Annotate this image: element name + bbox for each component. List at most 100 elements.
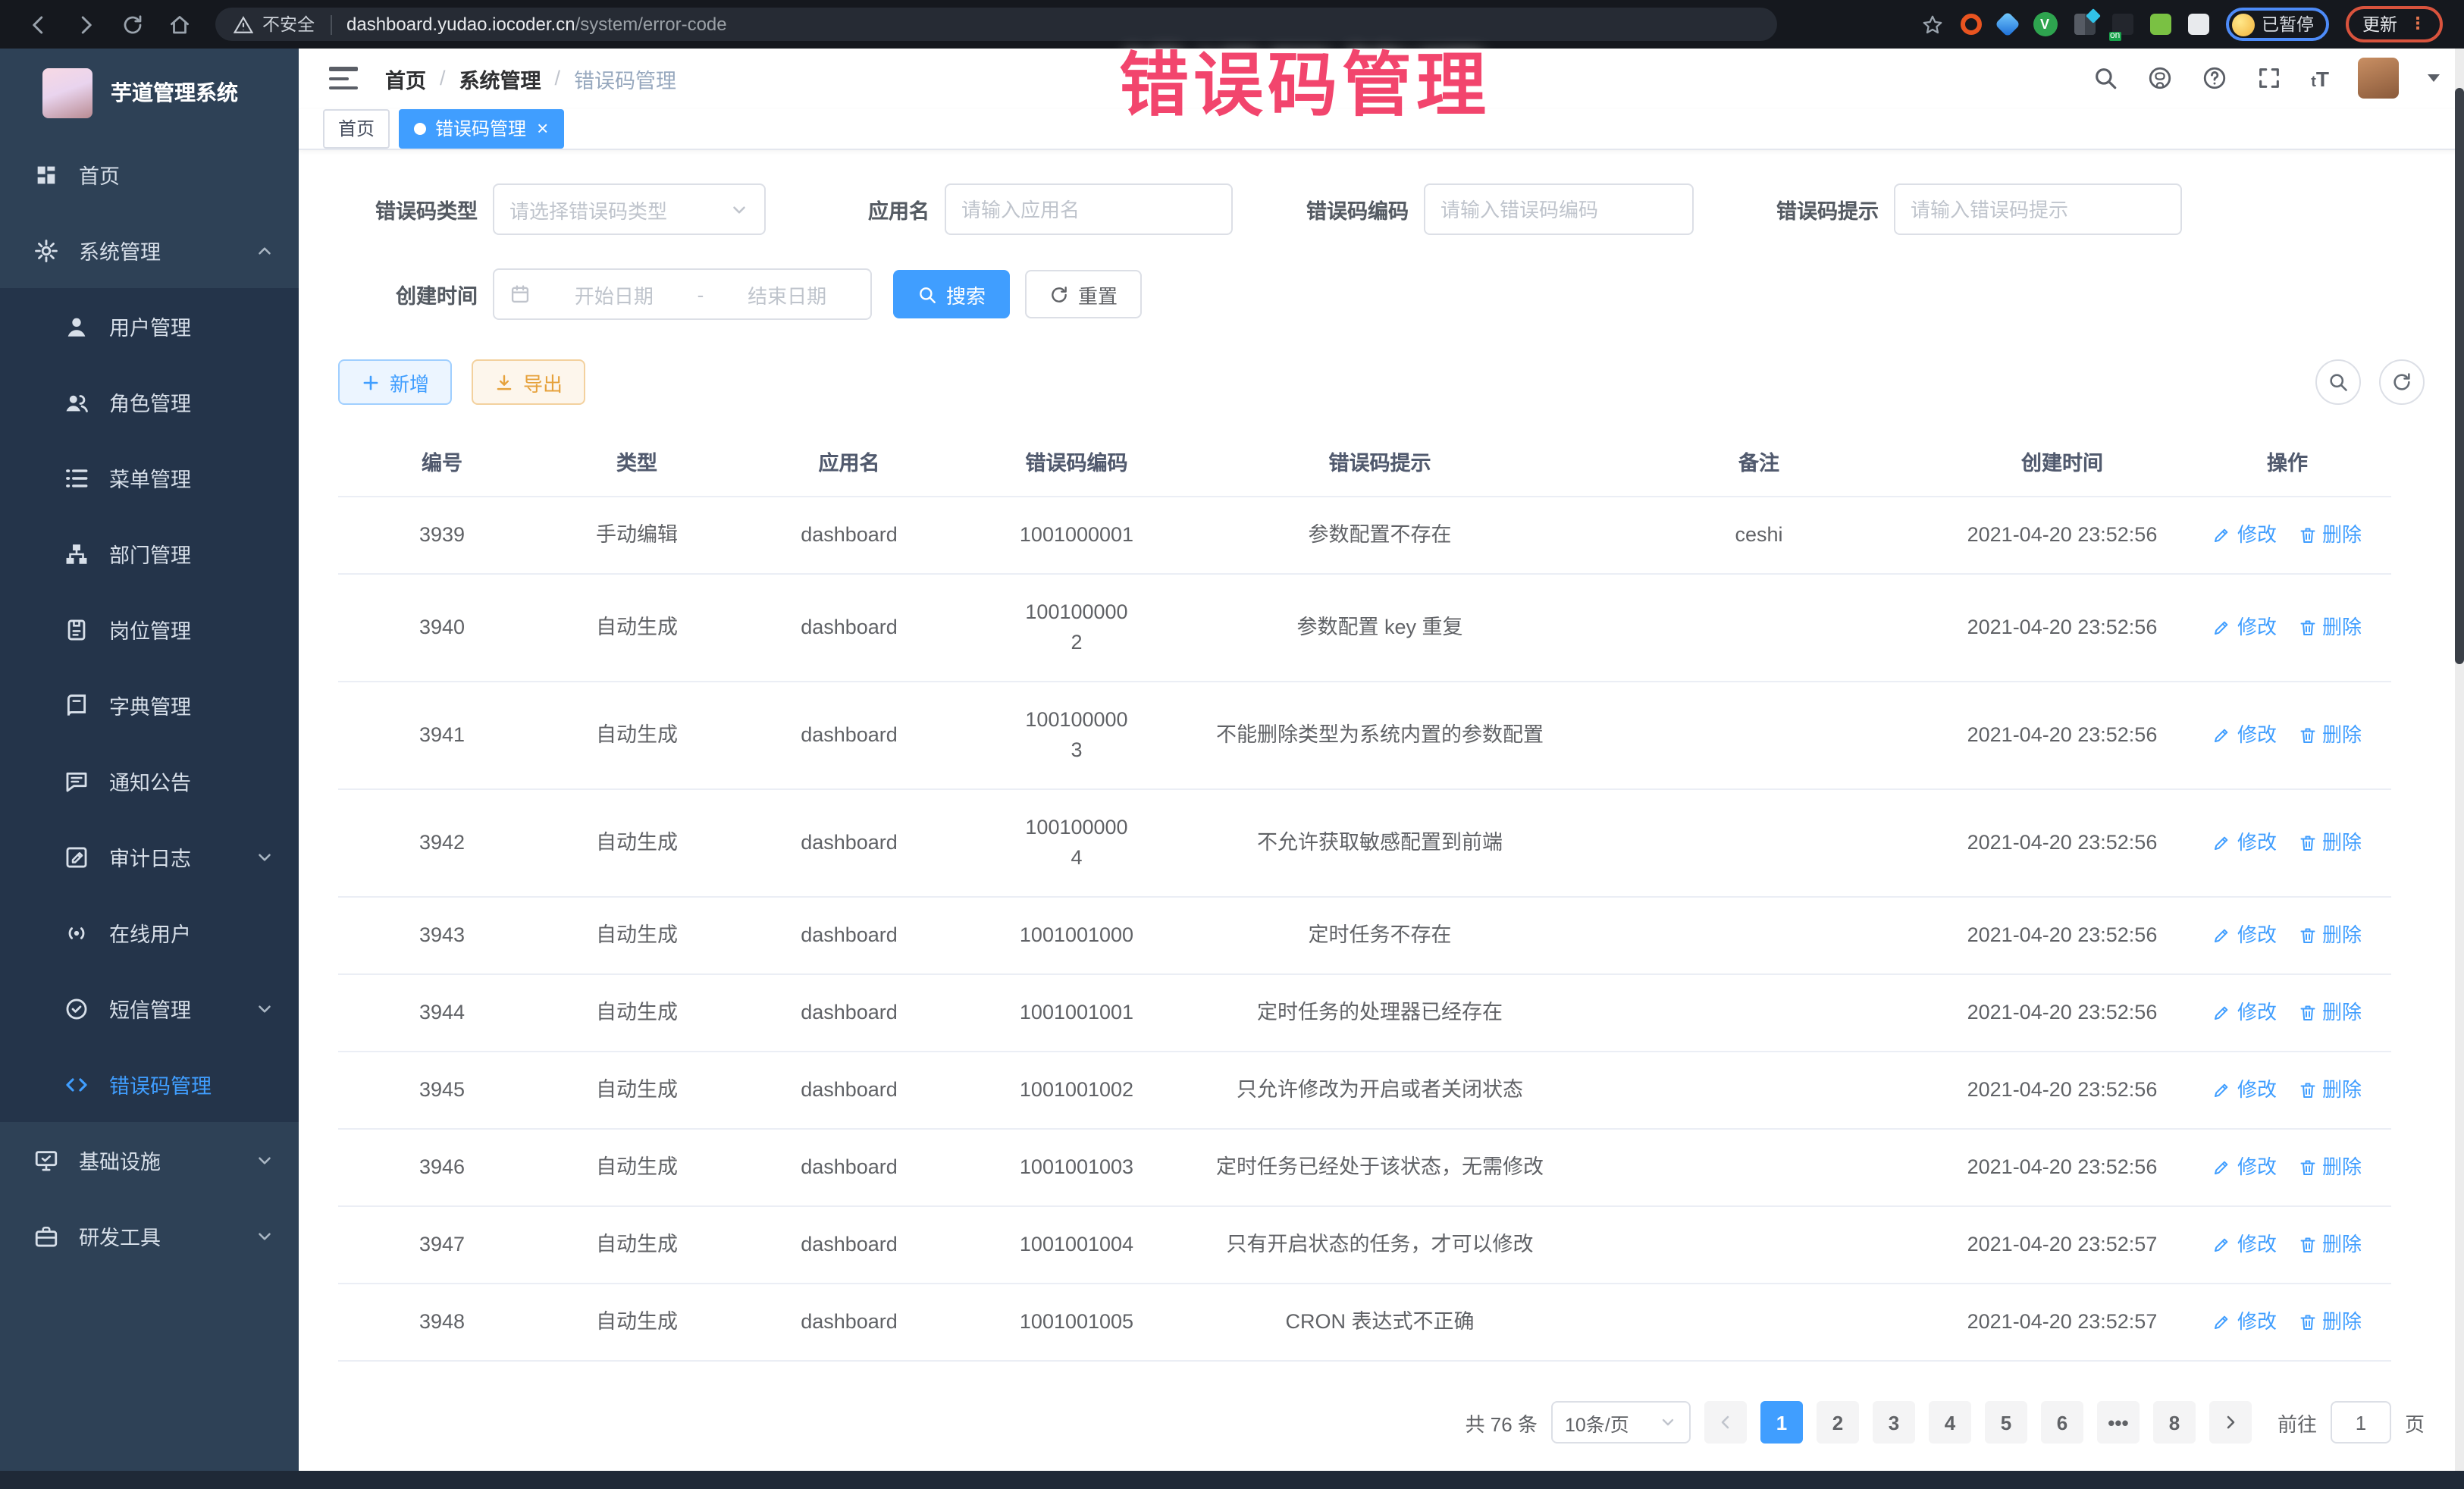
app-logo[interactable]: 芋道管理系统 — [0, 49, 299, 136]
scrollbar-thumb[interactable] — [2455, 88, 2464, 664]
prev-page-button[interactable] — [1704, 1401, 1747, 1444]
delete-link[interactable]: 删除 — [2298, 520, 2362, 550]
window-scrollbar[interactable] — [2455, 49, 2464, 1471]
delete-link[interactable]: 删除 — [2298, 1230, 2362, 1260]
next-page-button[interactable] — [2209, 1401, 2252, 1444]
profile-chip[interactable]: 已暂停 — [2225, 8, 2329, 41]
sidebar-item-system-mgmt[interactable]: 系统管理 — [0, 212, 299, 288]
breadcrumb-home[interactable]: 首页 — [385, 64, 426, 94]
green-key-extension-icon[interactable] — [2149, 14, 2171, 35]
sidebar-item-dict-mgmt[interactable]: 字典管理 — [0, 667, 299, 743]
hamburger-menu-icon[interactable] — [329, 67, 358, 90]
sidebar-item-menu-mgmt[interactable]: 菜单管理 — [0, 440, 299, 516]
edit-link[interactable]: 修改 — [2213, 1230, 2277, 1260]
dark-list-on-extension-icon[interactable] — [2111, 14, 2133, 35]
search-icon[interactable] — [2093, 66, 2118, 92]
address-bar[interactable]: 不安全 dashboard.yudao.iocoder.cn/system/er… — [215, 8, 1777, 41]
user-avatar[interactable] — [2358, 58, 2399, 99]
delete-link[interactable]: 删除 — [2298, 1307, 2362, 1337]
delete-link[interactable]: 删除 — [2298, 1075, 2362, 1105]
edit-link[interactable]: 修改 — [2213, 720, 2277, 751]
sidebar-item-home[interactable]: 首页 — [0, 136, 299, 212]
page-button-5[interactable]: 5 — [1985, 1401, 2027, 1444]
sidebar-item-online-users[interactable]: 在线用户 — [0, 895, 299, 970]
home-icon[interactable] — [168, 13, 191, 36]
toggle-search-button[interactable] — [2315, 359, 2361, 405]
tab-error-code[interactable]: 错误码管理 × — [399, 109, 563, 149]
fullscreen-icon[interactable] — [2256, 66, 2282, 92]
green-v-extension-icon[interactable]: V — [2033, 12, 2057, 36]
cell-id: 3945 — [338, 1052, 546, 1128]
delete-link[interactable]: 删除 — [2298, 998, 2362, 1028]
blue-gem-extension-icon[interactable] — [1994, 11, 2020, 37]
add-button[interactable]: 新增 — [338, 359, 452, 405]
close-icon[interactable]: × — [537, 119, 548, 139]
edit-link[interactable]: 修改 — [2213, 828, 2277, 858]
delete-link[interactable]: 删除 — [2298, 1152, 2362, 1183]
cell-code: 1001001003 — [970, 1130, 1183, 1205]
page-ellipsis[interactable]: ••• — [2097, 1401, 2140, 1444]
refresh-table-button[interactable] — [2379, 359, 2425, 405]
tab-grid-extension-icon[interactable] — [2074, 14, 2095, 35]
kebab-menu-icon[interactable]: ⋮ — [2409, 21, 2426, 27]
page-button-8[interactable]: 8 — [2153, 1401, 2196, 1444]
error-type-select[interactable]: 请选择错误码类型 — [493, 183, 766, 235]
help-icon[interactable] — [2202, 66, 2227, 92]
table-toolbar: 新增 导出 — [338, 359, 2425, 405]
tab-home[interactable]: 首页 — [323, 109, 390, 149]
puzzle-extension-icon[interactable] — [2187, 14, 2209, 35]
page-button-4[interactable]: 4 — [1929, 1401, 1971, 1444]
github-icon[interactable] — [2147, 66, 2173, 92]
page-size-select[interactable]: 10条/页 — [1551, 1401, 1691, 1444]
edit-link[interactable]: 修改 — [2213, 520, 2277, 550]
delete-link[interactable]: 删除 — [2298, 920, 2362, 951]
sidebar-item-error-code-mgmt[interactable]: 错误码管理 — [0, 1046, 299, 1122]
sidebar-item-notice[interactable]: 通知公告 — [0, 743, 299, 819]
delete-link[interactable]: 删除 — [2298, 828, 2362, 858]
forward-icon[interactable] — [74, 13, 97, 36]
sidebar-item-dept-mgmt[interactable]: 部门管理 — [0, 516, 299, 591]
system-submenu: 用户管理 角色管理 菜单管理 部门管理 岗位管理 — [0, 288, 299, 1122]
page-button-6[interactable]: 6 — [2041, 1401, 2083, 1444]
edit-link[interactable]: 修改 — [2213, 920, 2277, 951]
breadcrumb-system[interactable]: 系统管理 — [459, 64, 541, 94]
delete-link[interactable]: 删除 — [2298, 613, 2362, 643]
cell-app: dashboard — [728, 1130, 970, 1205]
app-name-input[interactable] — [945, 183, 1233, 235]
page-button-2[interactable]: 2 — [1817, 1401, 1859, 1444]
export-button[interactable]: 导出 — [472, 359, 585, 405]
sidebar-item-sms-mgmt[interactable]: 短信管理 — [0, 970, 299, 1046]
edit-link[interactable]: 修改 — [2213, 613, 2277, 643]
sidebar-item-role-mgmt[interactable]: 角色管理 — [0, 364, 299, 440]
back-icon[interactable] — [27, 13, 50, 36]
reset-button[interactable]: 重置 — [1025, 270, 1142, 318]
search-button[interactable]: 搜索 — [893, 270, 1010, 318]
bookmark-star-icon[interactable] — [1920, 13, 1943, 36]
error-hint-input[interactable] — [1894, 183, 2182, 235]
sidebar-item-user-mgmt[interactable]: 用户管理 — [0, 288, 299, 364]
trash-icon — [2298, 726, 2316, 744]
cell-remark — [1577, 682, 1941, 788]
edit-link[interactable]: 修改 — [2213, 1307, 2277, 1337]
goto-page-input[interactable] — [2331, 1401, 2391, 1444]
cell-id: 3943 — [338, 898, 546, 973]
edit-link[interactable]: 修改 — [2213, 998, 2277, 1028]
sidebar-item-post-mgmt[interactable]: 岗位管理 — [0, 591, 299, 667]
reload-icon[interactable] — [121, 13, 144, 36]
update-button[interactable]: 更新 ⋮ — [2346, 6, 2443, 42]
sidebar-item-audit-log[interactable]: 审计日志 — [0, 819, 299, 895]
security-warning[interactable]: 不安全 — [234, 12, 315, 36]
caret-down-icon[interactable] — [2428, 75, 2440, 83]
create-time-label: 创建时间 — [338, 279, 478, 309]
page-button-3[interactable]: 3 — [1873, 1401, 1915, 1444]
orange-ring-extension-icon[interactable] — [1960, 14, 1981, 35]
date-range-picker[interactable]: 开始日期 - 结束日期 — [493, 268, 872, 320]
edit-link[interactable]: 修改 — [2213, 1152, 2277, 1183]
edit-link[interactable]: 修改 — [2213, 1075, 2277, 1105]
font-size-icon[interactable]: tT — [2311, 67, 2329, 91]
error-code-input[interactable] — [1424, 183, 1694, 235]
delete-link[interactable]: 删除 — [2298, 720, 2362, 751]
page-button-1[interactable]: 1 — [1760, 1401, 1803, 1444]
sidebar-item-infrastructure[interactable]: 基础设施 — [0, 1122, 299, 1198]
sidebar-item-devtools[interactable]: 研发工具 — [0, 1198, 299, 1274]
